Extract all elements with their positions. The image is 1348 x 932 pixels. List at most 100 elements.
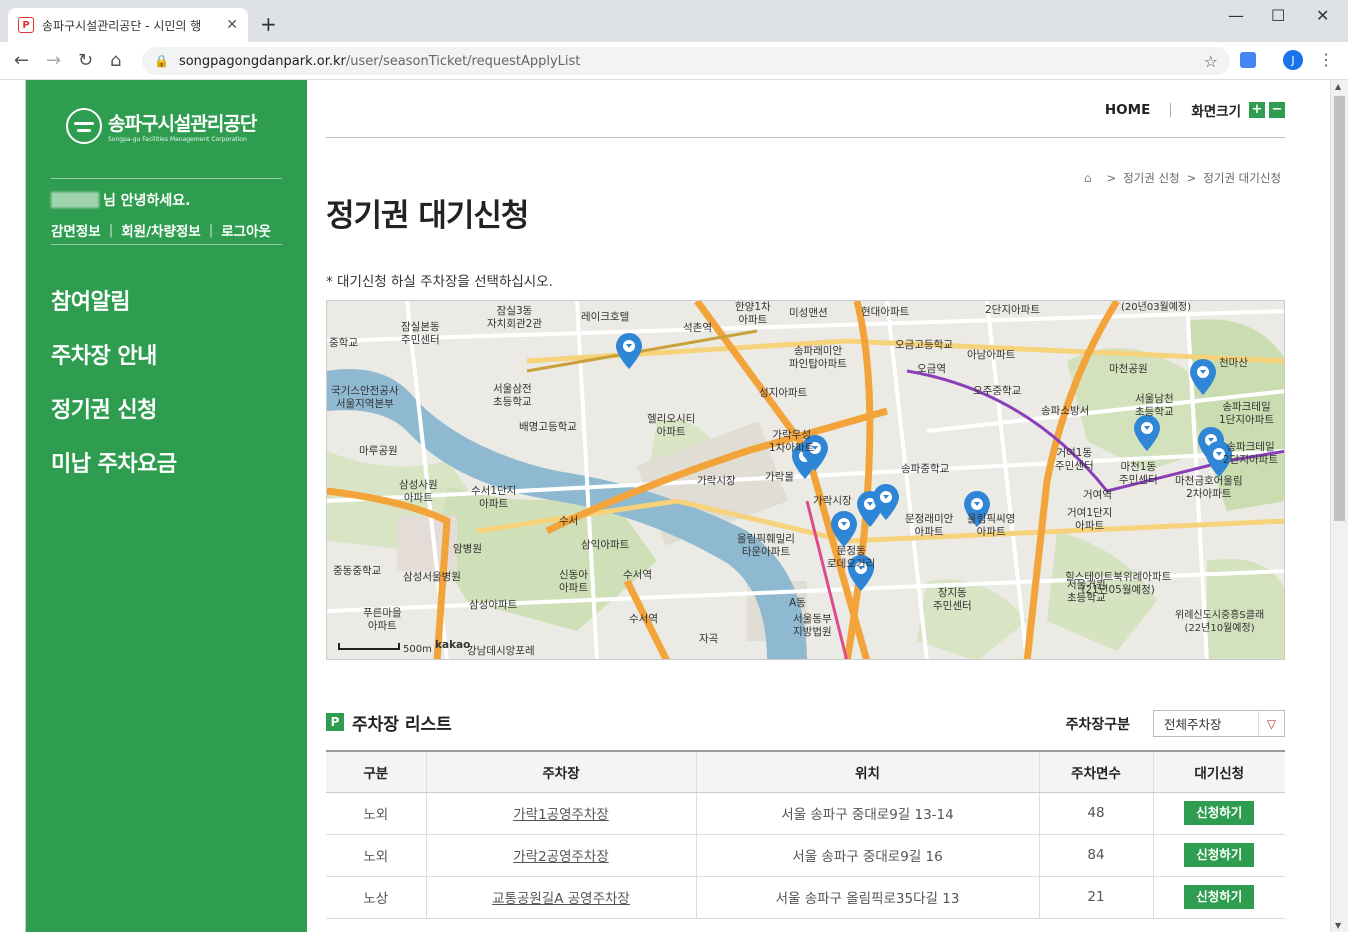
url-bar[interactable]: 🔒 songpagongdanpark.or.kr/user/seasonTic… bbox=[142, 47, 1230, 75]
map-label: 마천금호어울림 2차아파트 bbox=[1175, 475, 1243, 500]
link-separator bbox=[1170, 103, 1172, 117]
parking-type: 노외 bbox=[326, 792, 426, 835]
map-label: 마천1동 주민센터 bbox=[1119, 461, 1158, 486]
maximize-icon[interactable]: ☐ bbox=[1271, 6, 1285, 25]
reload-icon[interactable]: ↻ bbox=[78, 50, 93, 71]
map-label: 서울동부 지방법원 bbox=[793, 613, 832, 638]
map-label: 암병원 bbox=[453, 543, 482, 555]
column-header: 주차장 bbox=[425, 750, 696, 793]
browser-menu-icon[interactable]: ⋮ bbox=[1318, 50, 1334, 69]
menu-item-parking-guide[interactable]: 주차장 안내 bbox=[51, 338, 177, 392]
member-vehicle-link[interactable]: 회원/차량정보 bbox=[121, 220, 200, 240]
parking-location: 서울 송파구 중대로9길 13-14 bbox=[695, 792, 1039, 835]
map-label: 삼성사원 아파트 bbox=[399, 479, 438, 504]
home-icon[interactable]: ⌂ bbox=[110, 50, 121, 71]
parking-type: 노상 bbox=[326, 876, 426, 919]
browser-tab[interactable]: P 송파구시설관리공단 - 시민의 행 ✕ bbox=[8, 8, 248, 42]
sidebar-menu: 참여알림 주차장 안내 정기권 신청 미납 주차요금 bbox=[51, 284, 177, 500]
table-row: 노외 가락2공영주차장 서울 송파구 중대로9길 16 84 신청하기 bbox=[326, 834, 1285, 877]
map-label: 2단지아파트 bbox=[985, 304, 1040, 316]
map-label: 강남데시앙포레 bbox=[467, 645, 535, 657]
map-label: 마천공원 bbox=[1109, 363, 1148, 375]
minimize-icon[interactable]: — bbox=[1228, 6, 1244, 25]
breadcrumb-home-icon[interactable]: ⌂ bbox=[1084, 171, 1092, 185]
map-label: 올림픽씨영 아파트 bbox=[967, 513, 1016, 538]
parking-marker[interactable] bbox=[616, 333, 642, 369]
parking-list-title: 주차장 리스트 bbox=[352, 715, 452, 735]
zoom-out-button[interactable]: − bbox=[1269, 102, 1285, 118]
apply-button[interactable]: 신청하기 bbox=[1184, 801, 1255, 825]
sidebar: 송파구시설관리공단 Songpa-gu Facilities Managemen… bbox=[26, 80, 307, 932]
apply-button[interactable]: 신청하기 bbox=[1184, 843, 1255, 867]
menu-item-unpaid-fees[interactable]: 미납 주차요금 bbox=[51, 446, 177, 500]
map-label: 서울삼전 초등학교 bbox=[493, 383, 532, 408]
parking-name-link[interactable]: 가락2공영주차장 bbox=[513, 849, 609, 865]
lock-icon: 🔒 bbox=[154, 54, 169, 68]
forward-icon[interactable]: → bbox=[46, 50, 61, 71]
column-header: 위치 bbox=[695, 750, 1039, 793]
parking-icon: P bbox=[326, 713, 344, 731]
tab-close-icon[interactable]: ✕ bbox=[226, 17, 238, 33]
new-tab-icon[interactable]: + bbox=[260, 12, 277, 36]
main-content: HOME 화면크기 + − ⌂ > 정기권 신청 > 정기권 대기신청 정기권 … bbox=[326, 80, 1285, 932]
map-label: 오금고등학교 bbox=[895, 339, 953, 351]
logout-link[interactable]: 로그아웃 bbox=[221, 220, 271, 240]
user-greeting: 님 안녕하세요. bbox=[51, 190, 190, 210]
parking-spaces: 48 bbox=[1038, 792, 1153, 835]
menu-item-season-ticket[interactable]: 정기권 신청 bbox=[51, 392, 177, 446]
address-bar-row: ← → ↻ ⌂ 🔒 songpagongdanpark.or.kr/user/s… bbox=[0, 42, 1348, 80]
window-close-icon[interactable]: ✕ bbox=[1316, 6, 1329, 25]
table-header-row: 구분 주차장 위치 주차면수 대기신청 bbox=[326, 750, 1285, 793]
map-label: 수서1단지 아파트 bbox=[471, 485, 517, 510]
parking-map[interactable]: 잠실3동 자치회관2관 잠실본동 주민센터 레이크호텔 석촌역 한양1차 아파트 미성… bbox=[326, 300, 1285, 660]
menu-item-notice[interactable]: 참여알림 bbox=[51, 284, 177, 338]
parking-spaces: 84 bbox=[1038, 834, 1153, 877]
parking-name-link[interactable]: 교통공원길A 공영주차장 bbox=[492, 891, 630, 907]
back-icon[interactable]: ← bbox=[14, 50, 29, 71]
zoom-in-button[interactable]: + bbox=[1249, 102, 1265, 118]
breadcrumb-item[interactable]: 정기권 대기신청 bbox=[1203, 170, 1281, 186]
parking-type-select[interactable]: 전체주차장 ▽ bbox=[1153, 710, 1285, 737]
page-scrollbar[interactable]: ▲ ▼ bbox=[1330, 80, 1348, 932]
scroll-down-icon[interactable]: ▼ bbox=[1335, 921, 1341, 930]
site-logo[interactable]: 송파구시설관리공단 Songpa-gu Facilities Managemen… bbox=[66, 108, 257, 144]
reduction-info-link[interactable]: 감면정보 bbox=[51, 220, 101, 240]
logo-mark-icon bbox=[66, 108, 102, 144]
map-scale-bar bbox=[338, 643, 400, 650]
map-label: 석촌역 bbox=[683, 322, 712, 334]
left-margin bbox=[0, 80, 26, 932]
map-label: 가락우성 1차아파트 bbox=[769, 429, 815, 454]
header-rule bbox=[326, 137, 1285, 138]
bookmark-star-icon[interactable]: ☆ bbox=[1204, 52, 1218, 71]
url-path: /user/seasonTicket/requestApplyList bbox=[345, 53, 581, 69]
parking-spaces: 21 bbox=[1038, 876, 1153, 919]
scroll-up-icon[interactable]: ▲ bbox=[1335, 82, 1341, 91]
map-brand-logo: kakao bbox=[435, 639, 471, 651]
parking-name-link[interactable]: 가락1공영주차장 bbox=[513, 807, 609, 823]
table-row: 노상 교통공원길A 공영주차장 서울 송파구 올림픽로35다길 13 21 신청… bbox=[326, 876, 1285, 919]
tab-title: 송파구시설관리공단 - 시민의 행 bbox=[42, 18, 202, 33]
map-label: 수서 bbox=[559, 515, 579, 527]
map-label: 장지동 주민센터 bbox=[933, 587, 972, 612]
breadcrumb: ⌂ > 정기권 신청 > 정기권 대기신청 bbox=[1084, 170, 1281, 186]
map-scale-label: 500m bbox=[403, 644, 432, 655]
home-link[interactable]: HOME bbox=[1105, 102, 1150, 118]
map-label: 송파중학교 bbox=[901, 463, 950, 475]
logo-english: Songpa-gu Facilities Management Corporat… bbox=[108, 136, 247, 143]
parking-list-header: P 주차장 리스트 주차장구분 전체주차장 ▽ bbox=[326, 710, 1285, 740]
map-label: 가락시장 bbox=[813, 495, 852, 507]
column-header: 구분 bbox=[326, 750, 426, 793]
parking-location: 서울 송파구 중대로9길 16 bbox=[695, 834, 1039, 877]
extension-icon[interactable] bbox=[1240, 52, 1256, 68]
column-header: 대기신청 bbox=[1152, 750, 1285, 793]
map-label: 가락시장 bbox=[697, 475, 736, 487]
url-host: songpagongdanpark.or.kr bbox=[178, 53, 346, 69]
map-label: 삼성아파트 bbox=[469, 599, 518, 611]
table-row: 노외 가락1공영주차장 서울 송파구 중대로9길 13-14 48 신청하기 bbox=[326, 792, 1285, 835]
profile-avatar[interactable]: J bbox=[1283, 50, 1303, 70]
parking-table: 구분 주차장 위치 주차면수 대기신청 노외 가락1공영주차장 서울 송파구 중… bbox=[326, 750, 1285, 919]
breadcrumb-item[interactable]: 정기권 신청 bbox=[1123, 170, 1180, 186]
member-links: 감면정보 | 회원/차량정보 | 로그아웃 bbox=[51, 220, 271, 240]
apply-button[interactable]: 신청하기 bbox=[1184, 885, 1255, 909]
scroll-thumb[interactable] bbox=[1334, 96, 1345, 521]
